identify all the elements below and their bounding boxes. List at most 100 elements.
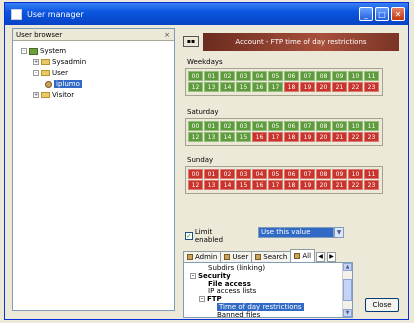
hour-cell[interactable]: 03: [236, 169, 251, 179]
hour-cell[interactable]: 19: [300, 180, 315, 190]
hour-cell[interactable]: 21: [332, 132, 347, 142]
hour-cell[interactable]: 18: [284, 132, 299, 142]
hour-cell[interactable]: 07: [300, 71, 315, 81]
hour-cell[interactable]: 12: [188, 82, 203, 92]
hour-cell[interactable]: 08: [316, 71, 331, 81]
title-bar[interactable]: User manager _ □ ✕: [5, 3, 408, 25]
limit-enabled-checkbox[interactable]: ✓ Limit enabled: [185, 228, 223, 244]
tab-user[interactable]: User: [220, 251, 253, 262]
hour-cell[interactable]: 15: [236, 82, 251, 92]
hour-cell[interactable]: 16: [252, 132, 267, 142]
hour-cell[interactable]: 14: [220, 180, 235, 190]
hour-cell[interactable]: 16: [252, 180, 267, 190]
hour-cell[interactable]: 11: [364, 71, 379, 81]
list-item[interactable]: Banned files: [217, 311, 260, 317]
tree-node[interactable]: - User: [33, 69, 68, 77]
hour-cell[interactable]: 11: [364, 169, 379, 179]
close-button[interactable]: Close: [365, 298, 399, 312]
chevron-left-icon[interactable]: ◀: [316, 252, 326, 262]
hour-cell[interactable]: 03: [236, 121, 251, 131]
tree-node[interactable]: + Sysadmin: [33, 58, 86, 66]
hour-cell[interactable]: 22: [348, 132, 363, 142]
hour-cell[interactable]: 20: [316, 180, 331, 190]
hour-cell[interactable]: 21: [332, 180, 347, 190]
list-item[interactable]: File access: [208, 280, 251, 288]
hour-cell[interactable]: 01: [204, 121, 219, 131]
hour-cell[interactable]: 14: [220, 132, 235, 142]
hour-cell[interactable]: 17: [268, 180, 283, 190]
collapse-icon[interactable]: -: [190, 272, 196, 279]
collapse-icon[interactable]: -: [33, 70, 39, 76]
hour-cell[interactable]: 00: [188, 121, 203, 131]
tree-node[interactable]: iplumo: [45, 80, 82, 88]
list-item[interactable]: - FTP: [199, 295, 222, 303]
hour-cell[interactable]: 02: [220, 71, 235, 81]
scroll-up-icon[interactable]: ▲: [343, 263, 352, 271]
hour-cell[interactable]: 00: [188, 169, 203, 179]
hour-cell[interactable]: 15: [236, 180, 251, 190]
scroll-down-icon[interactable]: ▼: [343, 309, 352, 317]
hour-cell[interactable]: 22: [348, 180, 363, 190]
scroll-thumb[interactable]: [343, 279, 352, 301]
maximize-button[interactable]: □: [375, 7, 389, 21]
hour-cell[interactable]: 18: [284, 180, 299, 190]
hour-cell[interactable]: 10: [348, 71, 363, 81]
hour-cell[interactable]: 23: [364, 82, 379, 92]
expand-icon[interactable]: +: [33, 59, 39, 65]
hour-cell[interactable]: 01: [204, 169, 219, 179]
hour-cell[interactable]: 04: [252, 71, 267, 81]
hour-cell[interactable]: 13: [204, 82, 219, 92]
tab-all[interactable]: All: [290, 249, 316, 262]
hour-cell[interactable]: 05: [268, 121, 283, 131]
hour-cell[interactable]: 13: [204, 132, 219, 142]
hour-cell[interactable]: 09: [332, 169, 347, 179]
expand-icon[interactable]: +: [33, 92, 39, 98]
hour-cell[interactable]: 05: [268, 169, 283, 179]
hour-cell[interactable]: 23: [364, 180, 379, 190]
hour-cell[interactable]: 23: [364, 132, 379, 142]
list-item[interactable]: Time of day restrictions: [217, 303, 304, 311]
check-icon[interactable]: ✓: [185, 232, 193, 240]
minimize-button[interactable]: _: [359, 7, 373, 21]
hour-cell[interactable]: 11: [364, 121, 379, 131]
view-toggle-button[interactable]: ▪▪: [183, 36, 199, 47]
hour-cell[interactable]: 02: [220, 169, 235, 179]
hour-cell[interactable]: 17: [268, 82, 283, 92]
hour-cell[interactable]: 18: [284, 82, 299, 92]
hour-cell[interactable]: 06: [284, 71, 299, 81]
hour-cell[interactable]: 06: [284, 121, 299, 131]
hour-cell[interactable]: 06: [284, 169, 299, 179]
hour-cell[interactable]: 05: [268, 71, 283, 81]
tab-admin[interactable]: Admin: [183, 251, 222, 262]
hour-cell[interactable]: 20: [316, 82, 331, 92]
hour-cell[interactable]: 07: [300, 121, 315, 131]
list-item[interactable]: - Security: [190, 272, 231, 280]
hour-cell[interactable]: 03: [236, 71, 251, 81]
list-item[interactable]: Subdirs (linking): [208, 264, 265, 272]
hour-cell[interactable]: 13: [204, 180, 219, 190]
hour-cell[interactable]: 10: [348, 169, 363, 179]
hour-cell[interactable]: 01: [204, 71, 219, 81]
list-item[interactable]: IP access lists: [208, 287, 256, 295]
tree-node[interactable]: + Visitor: [33, 91, 74, 99]
hour-cell[interactable]: 19: [300, 82, 315, 92]
chevron-down-icon[interactable]: ▼: [334, 227, 344, 238]
hour-cell[interactable]: 08: [316, 121, 331, 131]
hour-cell[interactable]: 15: [236, 132, 251, 142]
hour-cell[interactable]: 09: [332, 121, 347, 131]
hour-cell[interactable]: 02: [220, 121, 235, 131]
collapse-icon[interactable]: -: [21, 48, 27, 54]
hour-cell[interactable]: 16: [252, 82, 267, 92]
hour-cell[interactable]: 07: [300, 169, 315, 179]
hour-cell[interactable]: 04: [252, 121, 267, 131]
hour-cell[interactable]: 08: [316, 169, 331, 179]
close-window-button[interactable]: ✕: [391, 7, 405, 21]
tree-node[interactable]: - System: [21, 47, 66, 55]
hour-cell[interactable]: 22: [348, 82, 363, 92]
hour-cell[interactable]: 00: [188, 71, 203, 81]
hour-cell[interactable]: 20: [316, 132, 331, 142]
tab-search[interactable]: Search: [251, 251, 292, 262]
hour-cell[interactable]: 17: [268, 132, 283, 142]
hour-cell[interactable]: 12: [188, 132, 203, 142]
hour-cell[interactable]: 04: [252, 169, 267, 179]
